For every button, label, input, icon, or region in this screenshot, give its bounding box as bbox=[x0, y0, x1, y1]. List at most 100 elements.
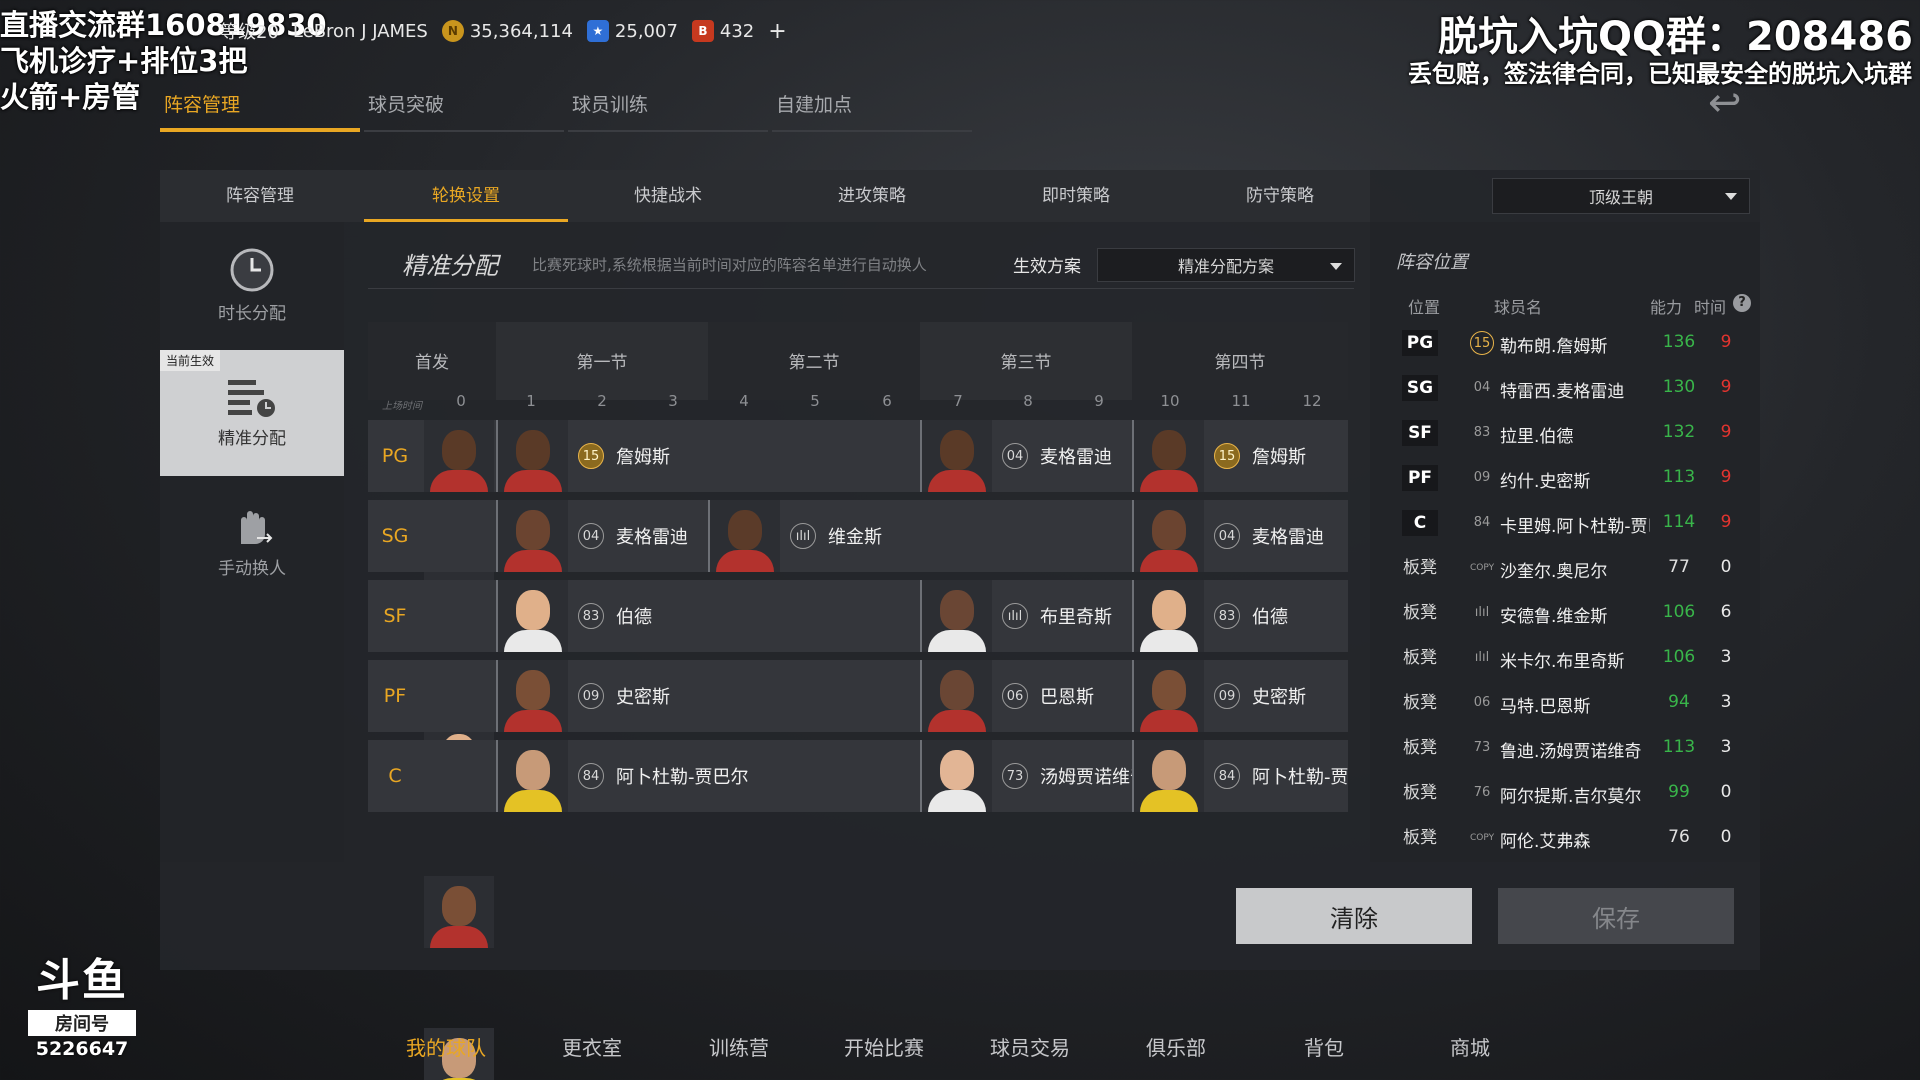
roster-minutes: 3 bbox=[1720, 692, 1732, 712]
roster-ovr: 94 bbox=[1668, 692, 1690, 712]
nav-trade[interactable]: 球员交易 bbox=[990, 1032, 1070, 1061]
roster-number: ılıl bbox=[1474, 605, 1490, 620]
rotation-segment[interactable]: 73 汤姆贾诺维奇 bbox=[920, 740, 1132, 812]
roster-row[interactable]: 板凳 ılıl 安德鲁.维金斯 106 6 bbox=[1396, 592, 1756, 637]
roster-ovr: 113 bbox=[1662, 737, 1696, 757]
jersey-number: 84 bbox=[578, 763, 604, 789]
list-clock-icon bbox=[228, 379, 275, 417]
room-number: 5226647 bbox=[35, 1038, 129, 1060]
roster-row[interactable]: C 84 卡里姆.阿卜杜勒-贾巴尔 114 9 bbox=[1396, 502, 1756, 547]
nav-start-game[interactable]: 开始比赛 bbox=[844, 1032, 924, 1061]
clear-button[interactable]: 清除 bbox=[1236, 888, 1472, 944]
roster-row[interactable]: PF 09 约什.史密斯 113 9 bbox=[1396, 457, 1756, 502]
quarter-3-header: 第三节 bbox=[920, 322, 1132, 400]
roster-ovr: 99 bbox=[1668, 782, 1690, 802]
player-portrait bbox=[498, 580, 568, 652]
roster-player-name: 鲁迪.汤姆贾诺维奇 bbox=[1500, 742, 1642, 762]
help-icon[interactable]: ? bbox=[1733, 294, 1751, 312]
minute-tick: 10 bbox=[1160, 392, 1180, 410]
add-currency-button[interactable]: + bbox=[768, 19, 786, 44]
roster-row[interactable]: 板凳 ılıl 米卡尔.布里奇斯 106 3 bbox=[1396, 637, 1756, 682]
tab-lineup-manage[interactable]: 阵容管理 bbox=[158, 170, 362, 222]
tab-live-strategy[interactable]: 即时策略 bbox=[974, 170, 1178, 222]
roster-ovr: 136 bbox=[1662, 332, 1696, 352]
tab-rotation[interactable]: 轮换设置 bbox=[364, 170, 568, 222]
rotation-segment[interactable]: 84 阿卜杜勒-贾 bbox=[1132, 740, 1348, 812]
stream-promo: 丢包赔，签法律合同，已知最安全的脱坑入坑群 bbox=[1408, 60, 1912, 88]
roster-minutes: 9 bbox=[1720, 332, 1732, 352]
tab-quick-tactics[interactable]: 快捷战术 bbox=[566, 170, 770, 222]
player-name: 伯德 bbox=[616, 607, 652, 628]
back-arrow-icon[interactable]: ↩ bbox=[1708, 80, 1742, 126]
roster-row[interactable]: 板凳 COPY 沙奎尔.奥尼尔 77 0 bbox=[1396, 547, 1756, 592]
rotation-segment[interactable]: 83 伯德 bbox=[1132, 580, 1348, 652]
rotation-segment[interactable]: 04 麦格雷迪 bbox=[496, 500, 708, 572]
jersey-number: 15 bbox=[578, 443, 604, 469]
roster-row[interactable]: PG 15 勒布朗.詹姆斯 136 9 bbox=[1396, 322, 1756, 367]
plan-select[interactable]: 精准分配方案 bbox=[1097, 248, 1355, 282]
save-button[interactable]: 保存 bbox=[1498, 888, 1734, 944]
minute-tick: 5 bbox=[810, 392, 820, 410]
roster-row[interactable]: 板凳 COPY 阿伦.艾弗森 76 0 bbox=[1396, 817, 1756, 862]
roster-minutes: 9 bbox=[1720, 377, 1732, 397]
starter-portrait[interactable] bbox=[424, 420, 494, 492]
roster-player-name: 阿伦.艾弗森 bbox=[1500, 832, 1591, 852]
tokens-display: B 432 bbox=[691, 20, 754, 42]
nav-my-team[interactable]: 我的球队 bbox=[406, 1032, 486, 1061]
nav-training-camp[interactable]: 训练营 bbox=[709, 1032, 769, 1061]
rotation-segment[interactable]: 09 史密斯 bbox=[1132, 660, 1348, 732]
rotation-segment[interactable]: 15 詹姆斯 bbox=[1132, 420, 1348, 492]
roster-title: 阵容位置 bbox=[1396, 252, 1468, 273]
roster-position: 板凳 bbox=[1403, 603, 1437, 623]
nav-shop[interactable]: 商城 bbox=[1450, 1032, 1490, 1061]
roster-row[interactable]: SG 04 特雷西.麦格雷迪 130 9 bbox=[1396, 367, 1756, 412]
roster-minutes: 9 bbox=[1720, 422, 1732, 442]
roster-player-name: 约什.史密斯 bbox=[1500, 472, 1591, 492]
jersey-number: 73 bbox=[1002, 763, 1028, 789]
rotation-segment[interactable]: 04 麦格雷迪 bbox=[920, 420, 1132, 492]
nav-club[interactable]: 俱乐部 bbox=[1146, 1032, 1206, 1061]
roster-ovr: 132 bbox=[1662, 422, 1696, 442]
rotation-segment[interactable]: 15 詹姆斯 bbox=[496, 420, 920, 492]
minute-tick: 11 bbox=[1231, 392, 1251, 410]
ptab-custom-attrs[interactable]: 自建加点 bbox=[772, 90, 972, 132]
tab-defense[interactable]: 防守策略 bbox=[1178, 170, 1382, 222]
player-portrait bbox=[498, 500, 568, 572]
ptab-lineup[interactable]: 阵容管理 bbox=[160, 90, 360, 132]
top-status-bar: 等级20 LeBron J JAMES N 35,364,114 ★ 25,007 … bbox=[220, 18, 787, 44]
ptab-breakthrough[interactable]: 球员突破 bbox=[364, 90, 564, 132]
roster-row[interactable]: SF 83 拉里.伯德 132 9 bbox=[1396, 412, 1756, 457]
roster-row[interactable]: 板凳 73 鲁迪.汤姆贾诺维奇 113 3 bbox=[1396, 727, 1756, 772]
rotation-segment[interactable]: 09 史密斯 bbox=[496, 660, 920, 732]
roster-row[interactable]: 板凳 76 阿尔提斯.吉尔莫尔 99 0 bbox=[1396, 772, 1756, 817]
roster-row[interactable]: 板凳 06 马特.巴恩斯 94 3 bbox=[1396, 682, 1756, 727]
roster-number: ılıl bbox=[1474, 650, 1490, 665]
roster-number: 83 bbox=[1473, 425, 1491, 440]
rotation-segment[interactable]: 04 麦格雷迪 bbox=[1132, 500, 1348, 572]
rotation-segment[interactable]: 84 阿卜杜勒-贾巴尔 bbox=[496, 740, 920, 812]
roster-header-name: 球员名 bbox=[1494, 298, 1543, 317]
player-name: 詹姆斯 bbox=[616, 447, 670, 468]
sidenav-duration[interactable]: 时长分配 bbox=[160, 222, 344, 348]
rotation-segment[interactable]: 06 巴恩斯 bbox=[920, 660, 1132, 732]
token-icon: B bbox=[691, 20, 714, 42]
player-name: 布里奇斯 bbox=[1040, 607, 1112, 628]
douyu-logo: 斗鱼 bbox=[36, 955, 128, 1006]
roster-position: 板凳 bbox=[1403, 693, 1437, 713]
starter-portrait[interactable] bbox=[424, 876, 494, 948]
jersey-number: 83 bbox=[578, 603, 604, 629]
sidenav-manual[interactable]: 手动换人 bbox=[160, 478, 344, 604]
nav-bag[interactable]: 背包 bbox=[1304, 1032, 1344, 1061]
roster-number: COPY bbox=[1470, 833, 1495, 843]
starter-header: 首发 bbox=[368, 322, 496, 400]
rotation-segment[interactable]: ılıl 布里奇斯 bbox=[920, 580, 1132, 652]
rotation-segment[interactable]: 83 伯德 bbox=[496, 580, 920, 652]
roster-position: 板凳 bbox=[1403, 648, 1437, 668]
roster-minutes: 3 bbox=[1720, 647, 1732, 667]
difficulty-select[interactable]: 顶级王朝 bbox=[1492, 178, 1750, 214]
ptab-training[interactable]: 球员训练 bbox=[568, 90, 768, 132]
tab-offense[interactable]: 进攻策略 bbox=[770, 170, 974, 222]
nav-locker-room[interactable]: 更衣室 bbox=[562, 1032, 622, 1061]
rotation-segment[interactable]: ılıl 维金斯 bbox=[708, 500, 1132, 572]
player-portrait bbox=[922, 740, 992, 812]
